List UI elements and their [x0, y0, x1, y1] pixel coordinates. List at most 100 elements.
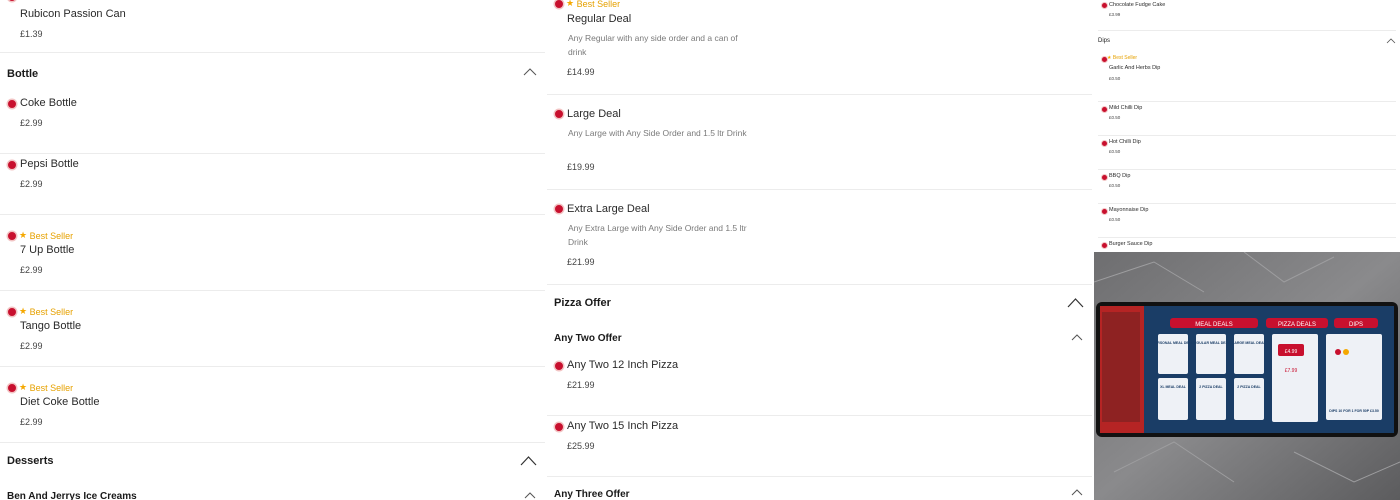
item-indicator-icon — [8, 100, 16, 108]
menu-item[interactable]: Chocolate Fudge Cake £3.99 — [1098, 0, 1396, 31]
item-indicator-icon — [555, 423, 563, 431]
board-header: DIPS — [1349, 322, 1363, 328]
menu-item[interactable]: ★ Best Seller Regular Deal Any Regular wit… — [547, 0, 1092, 95]
item-name: Extra Large Deal — [567, 203, 650, 215]
section-title: Dips — [1098, 38, 1111, 44]
best-seller-badge: ★ Best Seller — [19, 230, 73, 241]
board-label: REGULAR MEAL DEAL — [1192, 341, 1231, 345]
menu-column-deals: ★ Best Seller Regular Deal Any Regular wit… — [547, 0, 1092, 500]
item-price: £14.99 — [567, 67, 595, 77]
board-promo: DIPS 10 FOR 1 FOR 50P £3.50 — [1329, 409, 1379, 413]
board-price: £4.99 — [1285, 349, 1298, 355]
menu-board-photo: MEAL DEALS PIZZA DEALS DIPS PERSONAL MEA… — [1094, 252, 1400, 500]
board-label: PERSONAL MEAL DEAL — [1153, 341, 1195, 345]
menu-item[interactable]: ★ Best Seller Diet Coke Bottle £2.99 — [0, 367, 545, 443]
item-name: 7 Up Bottle — [20, 244, 75, 256]
item-price: £25.99 — [567, 441, 595, 451]
menu-item[interactable]: Large Deal Any Large with Any Side Order … — [547, 95, 1092, 190]
item-indicator-icon — [1102, 141, 1107, 146]
menu-item[interactable]: ★ Best Seller Rubicon Passion Can £1.39 — [0, 0, 545, 53]
menu-item[interactable]: BBQ Dip £0.50 — [1098, 170, 1396, 204]
best-seller-badge: ★ Best Seller — [1107, 55, 1137, 61]
item-name: Mild Chilli Dip — [1109, 105, 1143, 111]
best-seller-label: Best Seller — [1112, 55, 1138, 61]
best-seller-badge: ★ Best Seller — [566, 0, 620, 9]
item-price: £2.99 — [20, 265, 43, 275]
menu-item[interactable]: Mild Chilli Dip £0.50 — [1098, 102, 1396, 136]
board-header: MEAL DEALS — [1195, 322, 1232, 328]
chevron-up-icon[interactable] — [1386, 38, 1396, 44]
item-price: £0.50 — [1109, 149, 1121, 154]
item-price: £2.99 — [20, 341, 43, 351]
item-name: Mayonnaise Dip — [1109, 207, 1149, 213]
item-price: £2.99 — [20, 118, 43, 128]
menu-item[interactable]: Hot Chilli Dip £0.50 — [1098, 136, 1396, 170]
subsection-header-any-two[interactable]: Any Two Offer — [547, 321, 1092, 355]
menu-column-drinks: ★ Best Seller Rubicon Passion Can £1.39 … — [0, 0, 545, 500]
section-header-dips[interactable]: Dips — [1094, 31, 1400, 51]
item-indicator-icon — [8, 0, 16, 1]
menu-item[interactable]: ★ Best Seller Tango Bottle £2.99 — [0, 291, 545, 367]
menu-item[interactable]: ★ Best Seller 7 Up Bottle £2.99 — [0, 215, 545, 291]
subsection-title: Any Three Offer — [554, 489, 630, 500]
item-indicator-icon — [8, 161, 16, 169]
item-indicator-icon — [8, 308, 16, 316]
menu-item[interactable]: ★ Best Seller Garlic And Herbs Dip £0.50 — [1098, 51, 1396, 102]
item-description: Any Large with Any Side Order and 1.5 lt… — [568, 128, 747, 138]
star-icon: ★ — [1107, 55, 1112, 61]
chevron-up-icon[interactable] — [1071, 489, 1083, 496]
item-price: £3.99 — [1109, 12, 1121, 17]
item-name: Large Deal — [567, 108, 621, 120]
menu-item[interactable]: Any Two 15 Inch Pizza £25.99 — [547, 416, 1092, 477]
item-name: Pepsi Bottle — [20, 158, 79, 170]
item-name: Burger Sauce Dip — [1109, 241, 1153, 247]
item-price: £19.99 — [567, 162, 595, 172]
item-name: Any Two 12 Inch Pizza — [567, 359, 679, 371]
menu-column-dips: Chocolate Fudge Cake £3.99 Dips ★ Best S… — [1094, 0, 1400, 500]
item-name: Hot Chilli Dip — [1109, 139, 1141, 145]
item-indicator-icon — [555, 0, 563, 8]
star-icon: ★ — [19, 382, 28, 392]
best-seller-label: Best Seller — [29, 230, 74, 241]
chevron-up-icon[interactable] — [520, 456, 537, 466]
subsection-header-ice-creams[interactable]: Ben And Jerrys Ice Creams — [0, 479, 545, 500]
item-name: Tango Bottle — [20, 320, 82, 332]
menu-item[interactable]: Extra Large Deal Any Extra Large with Any… — [547, 190, 1092, 285]
menu-item[interactable]: Mayonnaise Dip £0.50 — [1098, 204, 1396, 238]
item-name: Regular Deal — [567, 13, 632, 25]
star-icon: ★ — [19, 230, 28, 240]
best-seller-label: Best Seller — [29, 306, 74, 317]
item-indicator-icon — [555, 205, 563, 213]
item-indicator-icon — [1102, 3, 1107, 8]
section-header-bottle[interactable]: Bottle — [0, 53, 545, 93]
board-label: XL MEAL DEAL — [1160, 385, 1187, 389]
item-name: Diet Coke Bottle — [20, 396, 100, 408]
section-header-desserts[interactable]: Desserts — [0, 443, 545, 479]
subsection-header-any-three[interactable]: Any Three Offer — [547, 477, 1092, 500]
item-indicator-icon — [8, 232, 16, 240]
star-icon: ★ — [19, 306, 28, 316]
star-icon: ★ — [19, 0, 27, 2]
chevron-up-icon[interactable] — [1071, 334, 1083, 341]
item-indicator-icon — [555, 362, 563, 370]
item-price: £0.50 — [1109, 183, 1121, 188]
best-seller-badge: ★ Best Seller — [19, 0, 73, 2]
item-name: Chocolate Fudge Cake — [1109, 2, 1166, 8]
board-label: 2 PIZZA DEAL — [1199, 385, 1223, 389]
item-price: £2.99 — [20, 179, 43, 189]
chevron-up-icon[interactable] — [523, 68, 537, 76]
item-indicator-icon — [555, 110, 563, 118]
chevron-up-icon[interactable] — [1067, 298, 1084, 308]
section-title: Pizza Offer — [554, 297, 611, 309]
menu-item[interactable]: Pepsi Bottle £2.99 — [0, 154, 545, 215]
chevron-up-icon[interactable] — [524, 492, 536, 499]
item-name: Any Two 15 Inch Pizza — [567, 420, 679, 432]
best-seller-badge: ★ Best Seller — [19, 306, 73, 317]
menu-item[interactable]: Any Two 12 Inch Pizza £21.99 — [547, 355, 1092, 416]
item-description: Any Regular with any side order and a ca… — [568, 33, 738, 57]
menu-item[interactable]: Coke Bottle £2.99 — [0, 93, 545, 154]
item-name: Rubicon Passion Can — [20, 8, 126, 20]
best-seller-badge: ★ Best Seller — [19, 382, 73, 393]
section-header-pizza-offer[interactable]: Pizza Offer — [547, 285, 1092, 321]
item-name: Garlic And Herbs Dip — [1109, 65, 1161, 71]
